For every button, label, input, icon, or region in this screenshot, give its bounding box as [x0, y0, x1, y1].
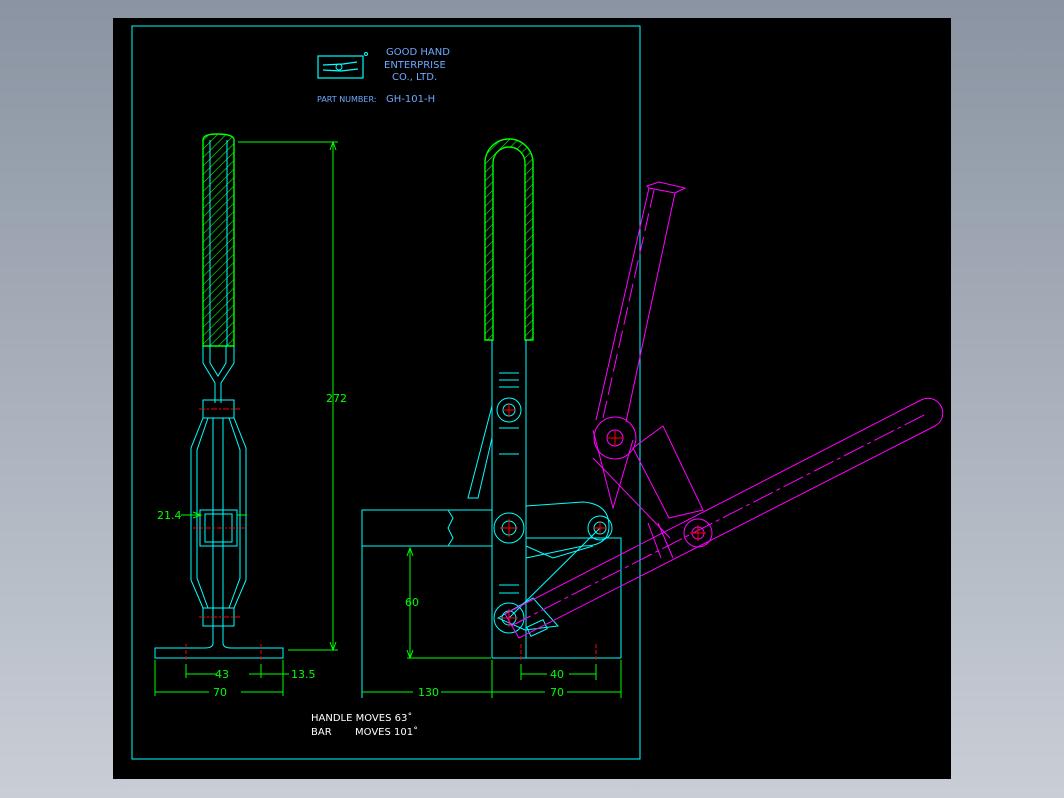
- dim-body-width: 21.4: [157, 509, 182, 522]
- part-number-label: PART NUMBER:: [317, 95, 376, 104]
- side-view-dimensions: [154, 140, 338, 696]
- company-name-line3: CO., LTD.: [392, 72, 437, 83]
- front-view: [361, 138, 622, 698]
- alternate-position: [504, 181, 944, 639]
- company-name-line2: ENTERPRISE: [384, 60, 446, 71]
- company-name-line1: GOOD HAND: [386, 47, 450, 58]
- dim-right-base-width: 70: [550, 686, 564, 699]
- cad-viewport[interactable]: GOOD HAND ENTERPRISE CO., LTD. PART NUMB…: [113, 18, 951, 779]
- note-handle-moves: HANDLE MOVES 63˚: [311, 712, 412, 724]
- side-view: [154, 133, 284, 662]
- company-logo: [317, 52, 368, 79]
- dim-arm-height: 60: [405, 596, 419, 609]
- dim-reach: 130: [418, 686, 439, 699]
- dim-left-edge-offset: 13.5: [291, 668, 316, 681]
- dim-left-hole-spacing: 43: [215, 668, 229, 681]
- note-bar-label: BAR: [311, 727, 332, 738]
- cad-drawing: GOOD HAND ENTERPRISE CO., LTD. PART NUMB…: [131, 25, 944, 760]
- dim-overall-height: 272: [326, 392, 347, 405]
- dim-left-base-width: 70: [213, 686, 227, 699]
- part-number-value: GH-101-H: [386, 94, 435, 105]
- note-bar-moves: MOVES 101˚: [355, 726, 418, 738]
- dim-right-hole-spacing: 40: [550, 668, 564, 681]
